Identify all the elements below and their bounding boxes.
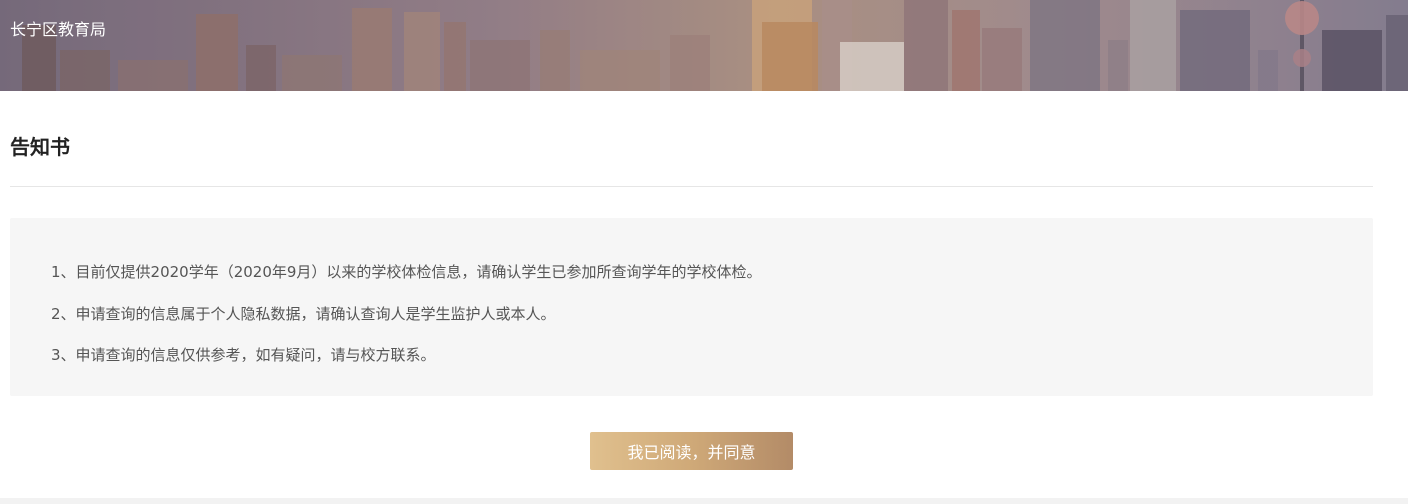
notice-box: 1、目前仅提供2020学年（2020年9月）以来的学校体检信息，请确认学生已参加… [10,218,1373,396]
agree-button[interactable]: 我已阅读，并同意 [590,432,793,470]
notice-item: 3、申请查询的信息仅供参考，如有疑问，请与校方联系。 [51,346,436,364]
title-divider [10,186,1373,187]
notice-item: 2、申请查询的信息属于个人隐私数据，请确认查询人是学生监护人或本人。 [51,305,556,323]
notice-item: 1、目前仅提供2020学年（2020年9月）以来的学校体检信息，请确认学生已参加… [51,263,762,281]
header-banner: 长宁区教育局 [0,0,1408,91]
city-skyline-image [0,0,1408,91]
page-bottom-strip [0,498,1408,504]
bureau-name: 长宁区教育局 [10,20,107,39]
page-title: 告知书 [10,135,70,159]
